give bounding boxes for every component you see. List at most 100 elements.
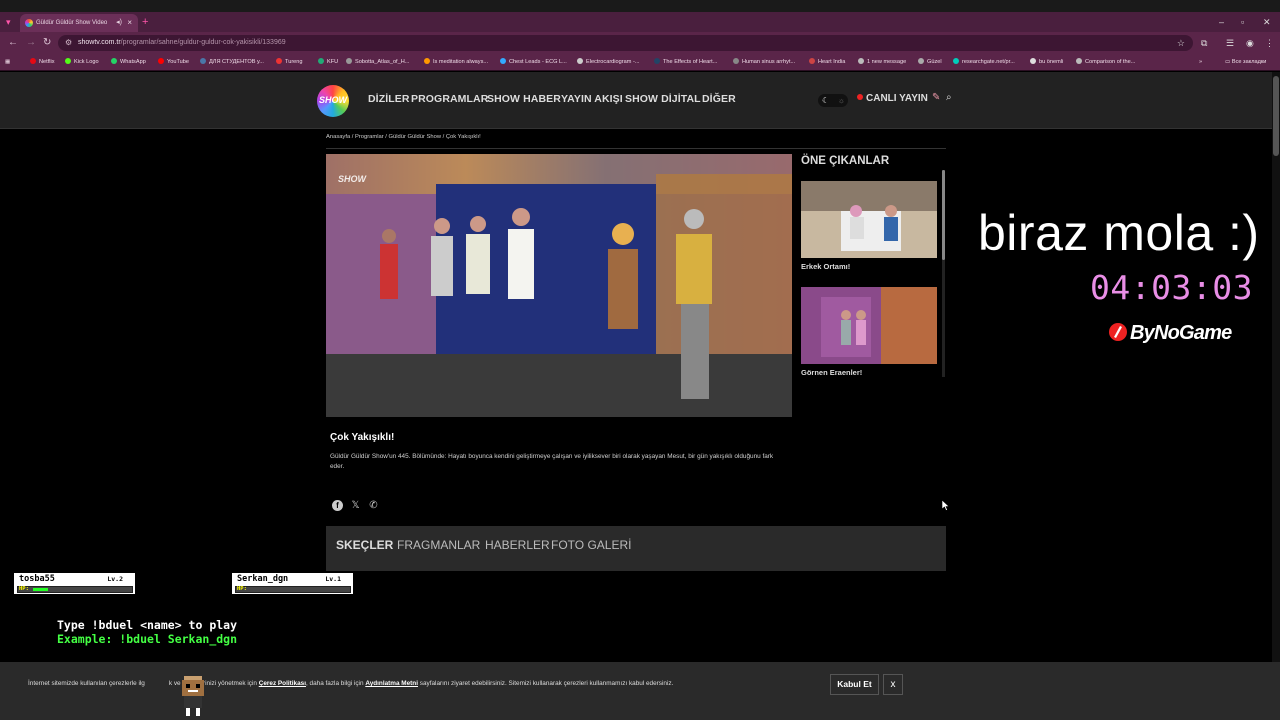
site-header: SHOW DİZİLER PROGRAMLAR SHOW HABER YAYIN… [0, 72, 1272, 129]
bookmark-item[interactable]: Sobotta_Atlas_of_H... [346, 56, 409, 69]
nav-item-show-haber[interactable]: SHOW HABER [487, 93, 561, 105]
duel-example-line: Example: !bduel Serkan_dgn [57, 632, 238, 646]
duel-player-card: Serkan_dgn Lv.1 HP: [231, 572, 354, 595]
url-field[interactable]: ⚙ showtv.com.tr/programlar/sahne/guldur-… [58, 35, 1193, 51]
video-frame [326, 154, 792, 417]
page-scroll-thumb[interactable] [1273, 76, 1279, 156]
new-tab-icon[interactable]: + [142, 14, 148, 30]
bookmark-item[interactable]: Tureng [276, 56, 303, 69]
cookie-policy-link[interactable]: Çerez Politikası [259, 680, 306, 687]
window-top-strip [0, 0, 1280, 12]
apps-icon[interactable]: ▦ [5, 56, 10, 69]
tab-fragmanlar[interactable]: FRAGMANLAR [397, 538, 480, 552]
facebook-icon[interactable]: f [332, 500, 343, 511]
sun-icon: ☼ [837, 96, 845, 105]
restore-icon[interactable]: ▫ [1241, 14, 1244, 30]
nav-item-yayin-akisi[interactable]: YAYIN AKIŞI [561, 93, 623, 105]
privacy-notice-link[interactable]: Aydınlatma Metni [365, 680, 418, 687]
reload-icon[interactable]: ↻ [43, 36, 51, 50]
close-tab-icon[interactable]: × [127, 14, 132, 32]
forward-icon[interactable]: → [26, 36, 36, 50]
tab-haberler[interactable]: HABERLER [485, 538, 550, 552]
highlight-thumb[interactable] [801, 287, 937, 364]
browser-tab[interactable]: Güldür Güldür Show Video ◂) × [20, 14, 138, 32]
url-host: showtv.com.tr [78, 39, 121, 46]
whatsapp-icon[interactable]: ✆ [368, 500, 379, 511]
bookmark-item[interactable]: Comparison of the... [1076, 56, 1135, 69]
sponsor-logo: ByNoGame [1108, 322, 1232, 345]
show-logo[interactable]: SHOW [317, 85, 349, 117]
bookmark-item[interactable]: bu önemli [1030, 56, 1063, 69]
search-icon[interactable]: ⌕ [946, 92, 952, 103]
bookmark-item[interactable]: YouTube [158, 56, 189, 69]
highlight-caption[interactable]: Erkek Ortamı! [801, 262, 850, 271]
theme-toggle[interactable]: ☾ ☼ [818, 94, 848, 107]
nav-item-diziler[interactable]: DİZİLER [368, 93, 410, 105]
bookmark-item[interactable]: Is meditation always... [424, 56, 488, 69]
bookmark-item[interactable]: Heart India [809, 56, 845, 69]
bookmarks-bar: ▦ Netflix Kick Logo WhatsApp YouTube ДЛЯ… [0, 54, 1280, 71]
duel-instruction-line: Type !bduel <name> to play [57, 618, 238, 632]
rss-icon[interactable]: ✎ [932, 92, 940, 103]
bookmark-item[interactable]: ДЛЯ СТУДЕНТОВ у... [200, 56, 264, 69]
site-info-icon[interactable]: ⚙ [65, 35, 72, 51]
bookmark-item[interactable]: WhatsApp [111, 56, 146, 69]
cookie-close-button[interactable]: x [883, 674, 903, 695]
bookmark-item[interactable]: researchgate.net/pr... [953, 56, 1015, 69]
showtv-favicon-icon [25, 19, 33, 27]
url-path: /programlar/sahne/guldur-guldur-cok-yaki… [120, 39, 286, 46]
highlights-scroll-thumb[interactable] [942, 170, 945, 260]
profile-icon[interactable]: ◉ [1246, 36, 1254, 50]
player-watermark: SHOW [338, 174, 366, 184]
bookmark-item[interactable]: Chest Leads - ECG L... [500, 56, 567, 69]
nav-item-show-dijital[interactable]: SHOW DİJİTAL [625, 93, 701, 105]
bookmark-item[interactable]: KFU [318, 56, 338, 69]
bookmark-item[interactable]: 1 new message [858, 56, 906, 69]
cookie-text: İnternet sitemizde kullanılan çerezlerle… [28, 680, 674, 687]
breadcrumb[interactable]: Anasayfa / Programlar / Güldür Güldür Sh… [326, 134, 481, 140]
divider [326, 148, 946, 149]
tab-bar: ▾ Güldür Güldür Show Video ◂) × + – ▫ ✕ [0, 12, 1280, 32]
mouse-cursor-icon [942, 500, 950, 511]
minimize-icon[interactable]: – [1219, 14, 1224, 30]
nav-item-diger[interactable]: DİĞER [702, 93, 736, 105]
break-timer: 04:03:03 [1090, 268, 1253, 307]
hp-bar: HP: [235, 586, 351, 593]
moon-icon: ☾ [822, 96, 830, 105]
hp-bar: HP: [17, 586, 133, 593]
bookmark-item[interactable]: Güzel [918, 56, 942, 69]
content-tabs: SKEÇLER FRAGMANLAR HABERLER FOTO GALERİ [326, 526, 946, 571]
bookmark-item[interactable]: Electrocardiogram -... [577, 56, 639, 69]
tab-title: Güldür Güldür Show Video [36, 20, 108, 26]
bookmark-item[interactable]: Human sinus arrhyt... [733, 56, 795, 69]
bookmark-item[interactable]: The Effects of Heart... [654, 56, 717, 69]
speaker-icon[interactable]: ◂) [116, 14, 122, 32]
live-button[interactable]: CANLI YAYIN [857, 93, 928, 104]
bookmark-star-icon[interactable]: ☆ [1177, 35, 1185, 51]
video-description: Güldür Güldür Show'un 445. Bölümünde: Ha… [330, 453, 774, 470]
live-dot-icon [857, 94, 863, 100]
menu-icon[interactable]: ⋮ [1265, 36, 1274, 50]
back-icon[interactable]: ← [8, 36, 18, 50]
tab-skecler[interactable]: SKEÇLER [336, 538, 393, 552]
extensions-icon[interactable]: ⧉ [1201, 36, 1207, 50]
tab-foto-galeri[interactable]: FOTO GALERİ [551, 538, 631, 552]
pixel-character-icon [182, 676, 204, 716]
video-player[interactable]: SHOW [326, 154, 792, 417]
tab-menu-icon[interactable]: ▾ [6, 14, 11, 30]
bookmark-item[interactable]: Netflix [30, 56, 55, 69]
hp-fill [33, 588, 48, 591]
highlight-caption[interactable]: Görnen Eraenler! [801, 368, 862, 377]
bynogame-icon [1109, 323, 1127, 341]
more-bookmarks-icon[interactable]: » [1199, 56, 1202, 69]
cookie-accept-button[interactable]: Kabul Et [830, 674, 879, 695]
page-scrollbar[interactable] [1272, 72, 1280, 662]
all-bookmarks-folder[interactable]: ▭ Все закладки [1225, 56, 1266, 69]
close-window-icon[interactable]: ✕ [1263, 14, 1271, 30]
sidebar-icon[interactable]: ☰ [1226, 36, 1234, 50]
nav-item-programlar[interactable]: PROGRAMLAR [411, 93, 488, 105]
bookmark-item[interactable]: Kick Logo [65, 56, 99, 69]
x-twitter-icon[interactable]: 𝕏 [350, 500, 361, 511]
duel-player-name: Serkan_dgn [237, 574, 289, 584]
highlight-thumb[interactable] [801, 181, 937, 258]
